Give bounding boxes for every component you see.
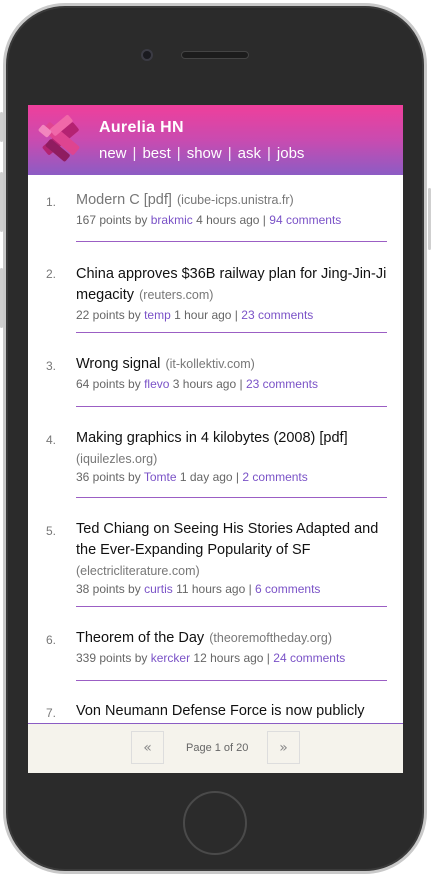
story-meta: 339 points by kercker 12 hours ago | 24 …	[76, 651, 388, 665]
story-points: 38 points by	[76, 582, 141, 596]
item-divider	[76, 332, 387, 333]
story-list: 1. Modern C [pdf] (icube-icps.unistra.fr…	[28, 175, 403, 723]
story-body: Modern C [pdf] (icube-icps.unistra.fr) 1…	[76, 189, 388, 227]
item-divider	[76, 406, 387, 407]
item-divider	[76, 497, 387, 498]
earpiece-speaker	[181, 51, 249, 59]
volume-up-button	[0, 172, 3, 232]
story-comments-link[interactable]: 94 comments	[269, 213, 341, 227]
nav-separator: |	[266, 145, 271, 162]
nav-best[interactable]: best	[142, 145, 170, 162]
story-time: 3 hours ago |	[172, 377, 243, 391]
story-domain: (iquilezles.org)	[76, 452, 158, 466]
story-body: Theorem of the Day (theoremoftheday.org)…	[76, 627, 388, 665]
story-points: 167 points by	[76, 213, 148, 227]
story-title-link[interactable]: Making graphics in 4 kilobytes (2008) [p…	[76, 430, 348, 446]
story-meta: 22 points by temp 1 hour ago | 23 commen…	[76, 308, 388, 322]
story-rank: 1.	[46, 195, 57, 209]
home-button[interactable]	[183, 791, 247, 855]
story-points: 64 points by	[76, 377, 141, 391]
story-domain: (it-kollektiv.com)	[165, 357, 255, 371]
nav-new[interactable]: new	[99, 145, 127, 162]
story-domain: (icube-icps.unistra.fr)	[177, 193, 294, 207]
story-time: 4 hours ago |	[196, 213, 266, 227]
story-title-link[interactable]: China approves $36B railway plan for Jin…	[76, 266, 386, 303]
story-title-link[interactable]: Ted Chiang on Seeing His Stories Adapted…	[76, 521, 378, 558]
story-body: Wrong signal (it-kollektiv.com) 64 point…	[76, 353, 388, 391]
nav-separator: |	[132, 145, 137, 162]
story-rank: 7.	[46, 706, 57, 720]
story-rank: 4.	[46, 433, 57, 447]
nav-jobs[interactable]: jobs	[277, 145, 305, 162]
story-points: 36 points by	[76, 470, 141, 484]
nav-separator: |	[227, 145, 232, 162]
story-body: Von Neumann Defense Force is now publicl…	[76, 700, 388, 721]
story-user-link[interactable]: flevo	[144, 377, 169, 391]
story-meta: 167 points by brakmic 4 hours ago | 94 c…	[76, 213, 388, 227]
screen: Aurelia HN new | best | show | ask | job…	[28, 105, 403, 773]
story-meta: 38 points by curtis 11 hours ago | 6 com…	[76, 582, 388, 596]
app-title: Aurelia HN	[99, 119, 184, 136]
aurelia-logo-icon	[38, 115, 80, 162]
story-comments-link[interactable]: 23 comments	[246, 377, 318, 391]
story-body: China approves $36B railway plan for Jin…	[76, 263, 388, 322]
prev-page-button[interactable]: «	[131, 731, 164, 764]
app-header: Aurelia HN new | best | show | ask | job…	[28, 105, 403, 175]
story-title-link[interactable]: Theorem of the Day	[76, 630, 204, 646]
story-time: 12 hours ago |	[193, 651, 270, 665]
mute-switch	[0, 112, 3, 142]
story-meta: 36 points by Tomte 1 day ago | 2 comment…	[76, 470, 388, 484]
story-domain: (reuters.com)	[139, 288, 214, 302]
story-comments-link[interactable]: 24 comments	[273, 651, 345, 665]
story-user-link[interactable]: Tomte	[144, 470, 177, 484]
story-comments-link[interactable]: 6 comments	[255, 582, 320, 596]
story-points: 22 points by	[76, 308, 141, 322]
story-title-link[interactable]: Modern C [pdf]	[76, 192, 172, 208]
story-meta: 64 points by flevo 3 hours ago | 23 comm…	[76, 377, 388, 391]
story-body: Making graphics in 4 kilobytes (2008) [p…	[76, 427, 388, 484]
story-rank: 2.	[46, 267, 57, 281]
item-divider	[76, 680, 387, 681]
story-comments-link[interactable]: 23 comments	[241, 308, 313, 322]
front-camera	[141, 49, 153, 61]
pagination-bar: « Page 1 of 20 »	[28, 723, 403, 773]
story-comments-link[interactable]: 2 comments	[242, 470, 307, 484]
story-user-link[interactable]: temp	[144, 308, 171, 322]
story-time: 1 hour ago |	[174, 308, 238, 322]
volume-down-button	[0, 268, 3, 328]
page-indicator: Page 1 of 20	[186, 742, 249, 754]
story-rank: 6.	[46, 633, 57, 647]
story-title-link[interactable]: Von Neumann Defense Force is now publicl…	[76, 703, 365, 719]
story-domain: (theoremoftheday.org)	[209, 631, 332, 645]
story-rank: 5.	[46, 524, 57, 538]
story-domain: (electricliterature.com)	[76, 564, 200, 578]
nav-ask[interactable]: ask	[238, 145, 261, 162]
story-user-link[interactable]: kercker	[151, 651, 190, 665]
nav-separator: |	[176, 145, 181, 162]
story-time: 1 day ago |	[179, 470, 240, 484]
story-body: Ted Chiang on Seeing His Stories Adapted…	[76, 518, 388, 596]
next-page-button[interactable]: »	[267, 731, 300, 764]
story-points: 339 points by	[76, 651, 148, 665]
story-time: 11 hours ago |	[176, 582, 252, 596]
story-title-link[interactable]: Wrong signal	[76, 356, 160, 372]
story-rank: 3.	[46, 359, 57, 373]
item-divider	[76, 606, 387, 607]
story-user-link[interactable]: brakmic	[151, 213, 193, 227]
story-user-link[interactable]: curtis	[144, 582, 173, 596]
nav-show[interactable]: show	[187, 145, 222, 162]
item-divider	[76, 241, 387, 242]
main-nav: new | best | show | ask | jobs	[99, 145, 304, 162]
